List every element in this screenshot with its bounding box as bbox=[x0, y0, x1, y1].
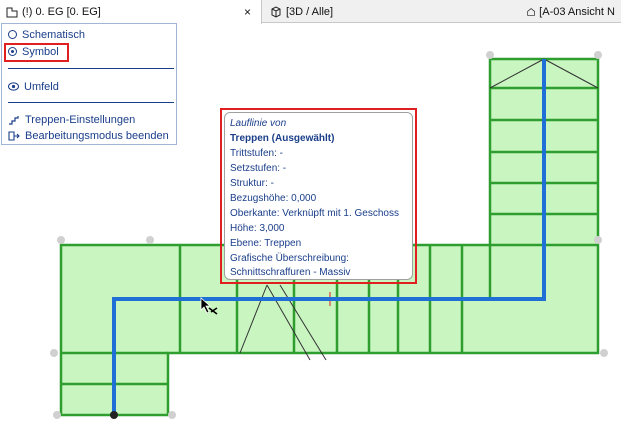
tooltip-title: Treppen (Ausgewählt) bbox=[230, 133, 335, 144]
environment-label: Umfeld bbox=[24, 80, 59, 93]
stair-settings-icon bbox=[9, 115, 19, 125]
cursor-icon bbox=[199, 296, 219, 320]
3d-cube-icon bbox=[271, 5, 281, 18]
floorplan-icon bbox=[6, 7, 18, 18]
tooltip-line: Grafische Überschreibung: bbox=[230, 253, 349, 264]
tab-elevation-north[interactable]: [A-03 Ansicht N bbox=[521, 0, 621, 23]
stair-settings-label: Treppen-Einstellungen bbox=[25, 113, 136, 126]
elevation-icon bbox=[527, 7, 535, 16]
edit-node[interactable] bbox=[57, 236, 65, 244]
tooltip-heading: Lauflinie von bbox=[230, 118, 287, 129]
walking-line-start-dot[interactable] bbox=[110, 411, 118, 419]
edit-node[interactable] bbox=[53, 411, 61, 419]
tooltip-line: Oberkante: Verknüpft mit 1. Geschoss bbox=[230, 208, 399, 219]
close-tab-icon[interactable]: × bbox=[244, 5, 251, 19]
eye-icon bbox=[8, 82, 19, 91]
exit-edit-mode-button[interactable]: Bearbeitungsmodus beenden bbox=[8, 128, 169, 143]
edit-node[interactable] bbox=[600, 349, 608, 357]
radio-icon[interactable] bbox=[8, 30, 17, 39]
tooltip-line: Ebene: Treppen bbox=[230, 238, 302, 249]
tooltip-line: Struktur: - bbox=[230, 178, 274, 189]
edit-node[interactable] bbox=[594, 51, 602, 59]
stair-settings-button[interactable]: Treppen-Einstellungen bbox=[8, 112, 135, 127]
tab-floor-plan-eg[interactable]: (!) 0. EG [0. EG] × bbox=[0, 0, 262, 24]
element-info-tooltip: Lauflinie von Treppen (Ausgewählt) Tritt… bbox=[224, 112, 413, 280]
schematic-label: Schematisch bbox=[22, 28, 85, 41]
tooltip-line: Höhe: 3,000 bbox=[230, 223, 285, 234]
environment-option[interactable]: Umfeld bbox=[8, 79, 59, 94]
tab-label: [A-03 Ansicht N bbox=[539, 5, 615, 18]
view-tab-bar: (!) 0. EG [0. EG] × [3D / Alle] [A-03 An… bbox=[0, 0, 621, 24]
stair-edit-panel: Schematisch Symbol Umfeld Treppen-Einste… bbox=[1, 23, 177, 145]
tab-3d-all[interactable]: [3D / Alle] bbox=[264, 0, 519, 23]
tab-label: (!) 0. EG [0. EG] bbox=[22, 6, 101, 18]
tooltip-line: Schnittschraffuren - Massiv bbox=[230, 267, 351, 278]
divider bbox=[8, 102, 174, 103]
schematic-option[interactable]: Schematisch bbox=[8, 27, 85, 42]
divider bbox=[8, 68, 174, 69]
edit-node[interactable] bbox=[486, 51, 494, 59]
edit-node[interactable] bbox=[146, 236, 154, 244]
tooltip-line: Trittstufen: - bbox=[230, 148, 283, 159]
tab-label: [3D / Alle] bbox=[286, 5, 334, 18]
edit-node[interactable] bbox=[50, 349, 58, 357]
symbol-highlight-frame bbox=[4, 43, 69, 62]
exit-edit-mode-label: Bearbeitungsmodus beenden bbox=[25, 129, 169, 142]
tooltip-line: Setzstufen: - bbox=[230, 163, 287, 174]
tooltip-line: Bezugshöhe: 0,000 bbox=[230, 193, 317, 204]
edit-node[interactable] bbox=[168, 411, 176, 419]
edit-node[interactable] bbox=[594, 236, 602, 244]
exit-icon bbox=[8, 130, 20, 141]
